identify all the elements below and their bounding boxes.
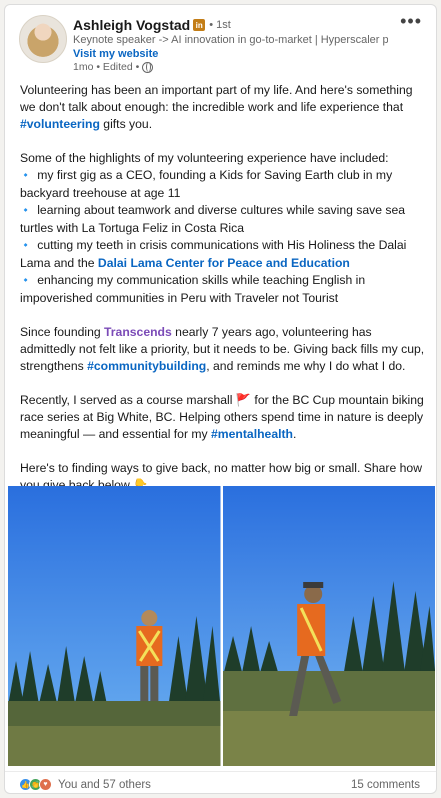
connection-degree: • 1st bbox=[209, 19, 231, 31]
text-span: , and reminds me why I do what I do. bbox=[206, 359, 406, 373]
blue-diamond-icon: 🔹 bbox=[20, 240, 32, 250]
globe-icon bbox=[142, 61, 154, 73]
photo-right[interactable] bbox=[222, 486, 435, 766]
love-reaction-icon: ♥ bbox=[39, 778, 52, 791]
paragraph-1: Volunteering has been an important part … bbox=[20, 82, 425, 133]
blue-diamond-icon: 🔹 bbox=[20, 205, 32, 215]
post-footer: 👍 👏 ♥ You and 57 others 15 comments bbox=[5, 771, 436, 793]
text-span: gifts you. bbox=[99, 117, 153, 131]
mention-dalai-lama-center[interactable]: Dalai Lama Center for Peace and Educatio… bbox=[98, 256, 350, 270]
hashtag-volunteering[interactable]: #volunteering bbox=[20, 117, 100, 131]
post-card: Ashleigh Vogstad in • 1st Keynote speake… bbox=[4, 4, 437, 794]
bullet-text: enhancing my communication skills while … bbox=[20, 273, 366, 305]
list-item: 🔹 learning about teamwork and diverse cul… bbox=[20, 202, 425, 237]
blue-diamond-icon: 🔹 bbox=[20, 170, 32, 180]
paragraph-4: Recently, I served as a course marshall … bbox=[20, 392, 425, 443]
more-options-icon[interactable]: ••• bbox=[400, 11, 422, 32]
post-header: Ashleigh Vogstad in • 1st Keynote speake… bbox=[5, 5, 436, 77]
visit-website-link[interactable]: Visit my website bbox=[73, 48, 158, 60]
author-headline: Keynote speaker -> AI innovation in go-t… bbox=[73, 34, 388, 46]
post-photos bbox=[8, 486, 435, 766]
hashtag-communitybuilding[interactable]: #communitybuilding bbox=[87, 359, 206, 373]
blue-diamond-icon: 🔹 bbox=[20, 275, 32, 285]
author-name-line: Ashleigh Vogstad in • 1st bbox=[73, 16, 231, 34]
paragraph-3: Since founding Transcends nearly 7 years… bbox=[20, 324, 425, 375]
author-name[interactable]: Ashleigh Vogstad bbox=[73, 17, 190, 33]
comments-count[interactable]: 15 comments bbox=[351, 779, 420, 791]
post-timestamp: 1mo • Edited • bbox=[73, 61, 140, 73]
bullet-text: my first gig as a CEO, founding a Kids f… bbox=[20, 168, 393, 200]
reactions-summary[interactable]: 👍 👏 ♥ You and 57 others bbox=[19, 778, 151, 791]
author-avatar[interactable] bbox=[19, 15, 67, 63]
red-flag-icon: 🚩 bbox=[235, 393, 252, 407]
highlights-intro: Some of the highlights of my volunteerin… bbox=[20, 151, 389, 165]
bullet-text: learning about teamwork and diverse cult… bbox=[20, 203, 406, 235]
mention-transcends[interactable]: Transcends bbox=[104, 325, 172, 339]
linkedin-premium-icon: in bbox=[193, 19, 206, 31]
list-item: 🔹 enhancing my communication skills while… bbox=[20, 272, 425, 307]
reactions-count[interactable]: You and 57 others bbox=[58, 779, 151, 791]
text-span: . bbox=[292, 427, 297, 441]
text-span: Recently, I served as a course marshall bbox=[20, 393, 236, 407]
text-span: Volunteering has been an important part … bbox=[20, 83, 413, 114]
photo-left[interactable] bbox=[8, 486, 221, 766]
list-item: 🔹 cutting my teeth in crisis communicatio… bbox=[20, 237, 425, 272]
hashtag-mentalhealth[interactable]: #mentalhealth bbox=[211, 427, 293, 441]
text-span: Since founding bbox=[20, 325, 105, 339]
list-item: 🔹 my first gig as a CEO, founding a Kids … bbox=[20, 167, 425, 202]
paragraph-highlights: Some of the highlights of my volunteerin… bbox=[20, 150, 425, 307]
post-meta: 1mo • Edited • bbox=[73, 61, 154, 73]
post-text: Volunteering has been an important part … bbox=[20, 82, 425, 511]
